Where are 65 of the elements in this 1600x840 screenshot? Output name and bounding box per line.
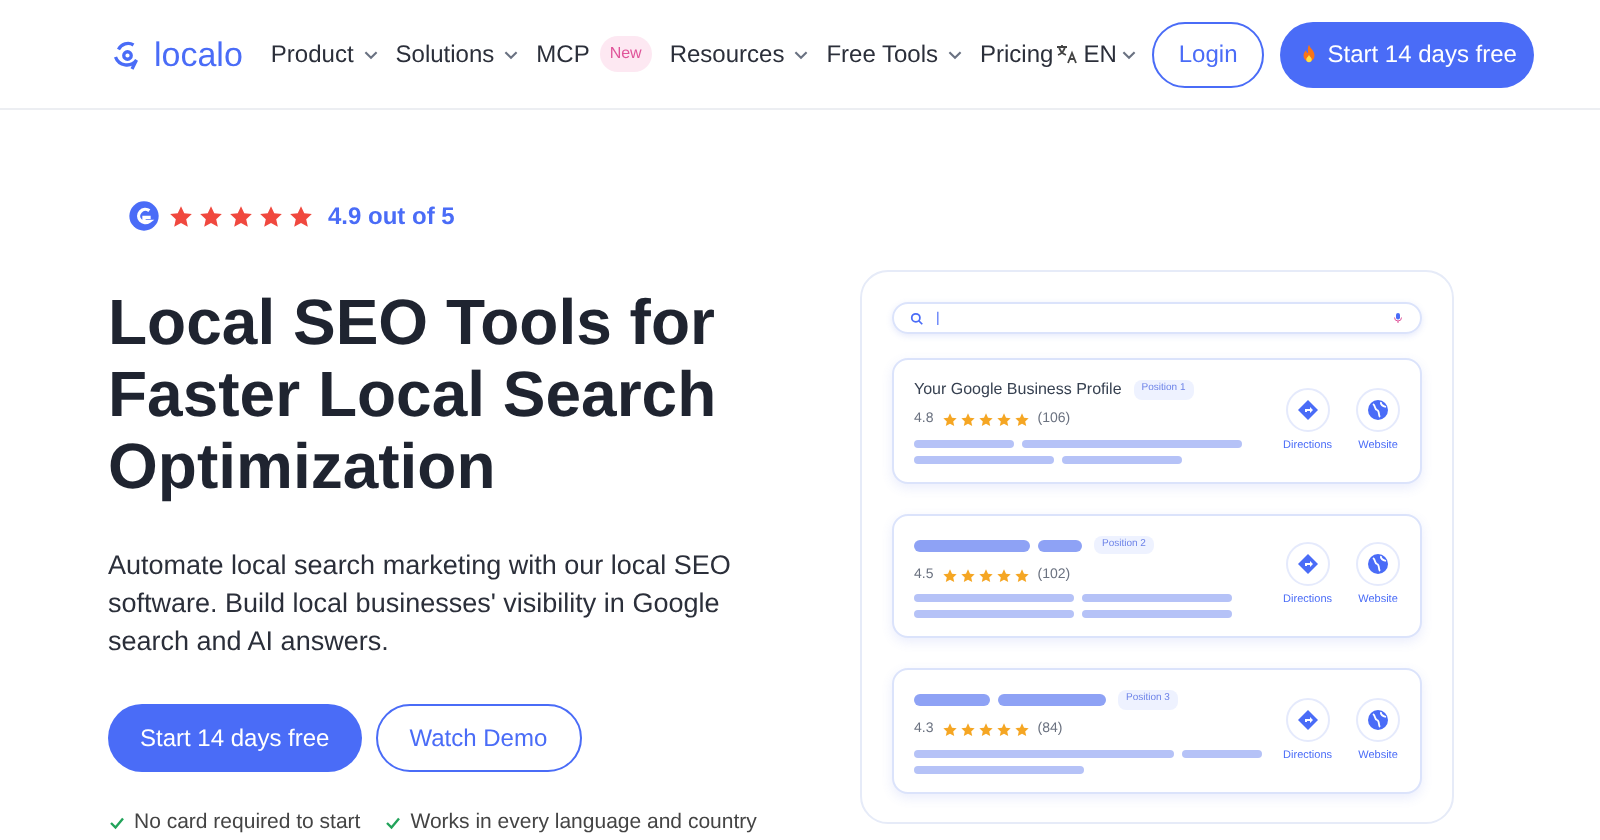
- star-icon: [941, 722, 958, 739]
- directions-icon[interactable]: [1285, 387, 1330, 432]
- directions-icon[interactable]: [1285, 542, 1330, 587]
- start-trial-button[interactable]: Start 14 days free: [108, 704, 362, 772]
- checkmark-icon: [384, 814, 403, 833]
- star-icon: [995, 567, 1012, 584]
- globe-icon[interactable]: [1356, 542, 1400, 587]
- star-icon: [959, 722, 976, 739]
- star-icon: [977, 567, 994, 584]
- language-selector[interactable]: EN: [1083, 36, 1117, 72]
- star-icon: [228, 203, 254, 229]
- chevron-down-icon: [948, 49, 963, 59]
- nav-link[interactable]: Product: [270, 36, 354, 72]
- star-icon: [1013, 412, 1030, 429]
- feature-note: Works in every language and country: [410, 808, 757, 838]
- star-icon: [977, 722, 994, 739]
- star-icon: [1013, 722, 1030, 739]
- logo-text[interactable]: localo: [154, 37, 243, 71]
- chevron-down-icon: [363, 49, 378, 59]
- placeholder-bar: [914, 439, 1014, 447]
- placeholder-bar: [998, 694, 1106, 706]
- nav-link[interactable]: Free Tools: [826, 36, 939, 72]
- logo-icon[interactable]: [108, 36, 144, 72]
- placeholder-bar: [914, 539, 1030, 551]
- rating-text: 4.9 out of 5: [328, 200, 455, 234]
- star-icon: [168, 203, 194, 229]
- chevron-down-icon: [1122, 49, 1137, 59]
- microphone-icon: [1392, 310, 1404, 326]
- placeholder-bar: [914, 455, 1054, 463]
- star-icon: [288, 203, 314, 229]
- start-trial-button[interactable]: Start 14 days free: [1279, 21, 1535, 87]
- hero-heading: Local SEO Tools for Faster Local Search Optimization: [108, 286, 719, 502]
- new-badge: New: [599, 36, 652, 72]
- placeholder-bar: [1038, 539, 1082, 551]
- directions-icon[interactable]: [1285, 697, 1330, 742]
- star-icon: [941, 412, 958, 429]
- placeholder-bar: [1062, 455, 1182, 463]
- nav-link[interactable]: Pricing: [980, 36, 1054, 72]
- watch-demo-button[interactable]: Watch Demo: [375, 704, 582, 772]
- login-button[interactable]: Login: [1152, 21, 1264, 87]
- globe-icon[interactable]: [1356, 697, 1400, 742]
- hero-description: Automate local search marketing with our local SEO software. Build local businesses' visibility in Google search and AI answers.: [108, 548, 733, 660]
- star-icon: [198, 203, 224, 229]
- nav-link[interactable]: Solutions: [395, 36, 495, 72]
- business-name: Your Google Business Profile: [914, 378, 1122, 402]
- star-icon: [995, 722, 1012, 739]
- chevron-down-icon: [504, 49, 519, 59]
- feature-note: No card required to start: [134, 808, 361, 838]
- star-icon: [959, 412, 976, 429]
- chevron-down-icon: [794, 49, 809, 59]
- star-icon: [941, 567, 958, 584]
- star-icon: [977, 412, 994, 429]
- checkmark-icon: [108, 814, 126, 833]
- star-icon: [959, 567, 976, 584]
- placeholder-bar: [914, 694, 990, 706]
- nav-link[interactable]: Resources: [669, 36, 785, 72]
- star-icon: [1013, 567, 1030, 584]
- nav-link[interactable]: MCP: [536, 36, 590, 72]
- review-site-logo-icon: [128, 200, 160, 232]
- translate-icon[interactable]: [1053, 42, 1078, 66]
- globe-icon[interactable]: [1356, 387, 1400, 432]
- placeholder-bar: [1182, 749, 1262, 757]
- star-icon: [258, 203, 284, 229]
- search-icon: [910, 311, 924, 325]
- star-icon: [995, 412, 1012, 429]
